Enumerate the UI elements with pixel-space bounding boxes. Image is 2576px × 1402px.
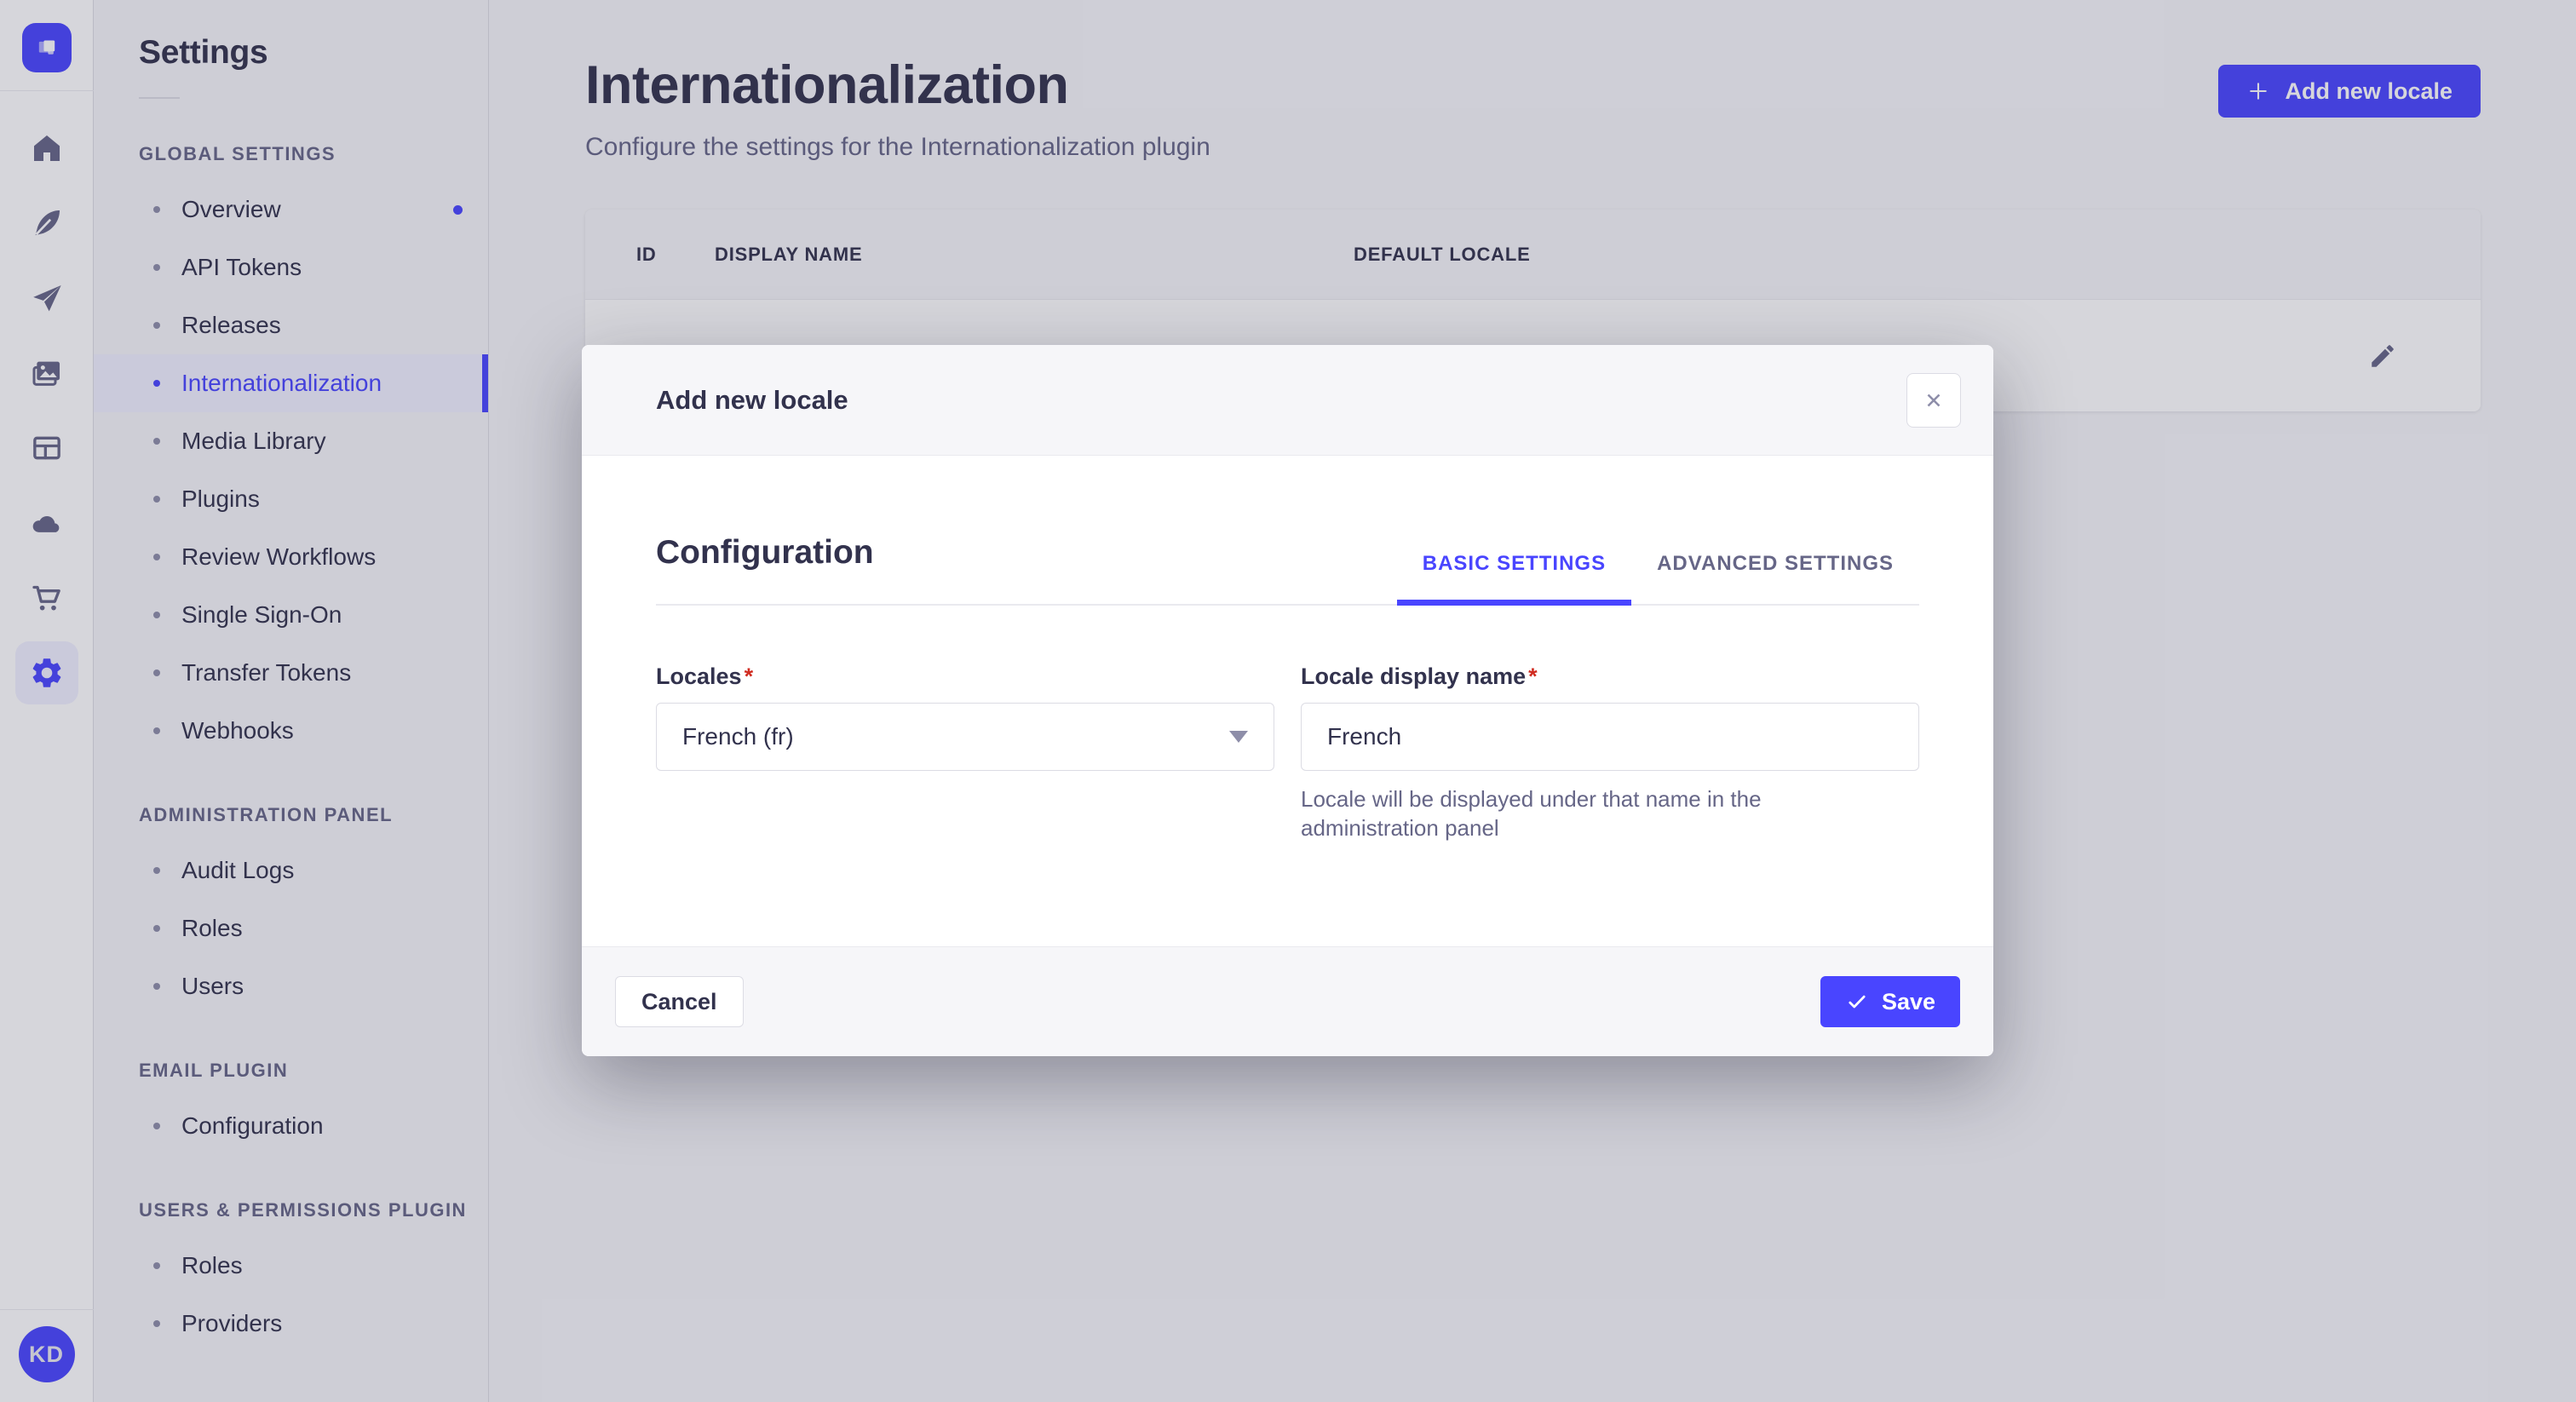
form-fields: Locales * French (fr) Locale display name… <box>656 664 1919 843</box>
display-name-label: Locale display name * <box>1301 664 1538 689</box>
modal-header: Add new locale <box>582 345 1993 456</box>
required-asterisk: * <box>744 664 754 689</box>
display-name-hint: Locale will be displayed under that name… <box>1301 786 1762 842</box>
configuration-header-row: Configuration BASIC SETTINGS ADVANCED SE… <box>656 456 1919 606</box>
add-locale-modal: Add new locale Configuration BASIC SETTI… <box>582 345 1993 1056</box>
save-button[interactable]: Save <box>1820 976 1960 1027</box>
display-name-field: Locale display name* Locale will be disp… <box>1301 664 1919 843</box>
locales-select[interactable]: French (fr) <box>656 703 1274 771</box>
app: KD Settings GLOBAL SETTINGS Overview API… <box>0 0 2576 1402</box>
locales-field: Locales * French (fr) <box>656 664 1274 843</box>
modal-footer: Cancel Save <box>582 946 1993 1056</box>
settings-tabs: BASIC SETTINGS ADVANCED SETTINGS <box>1396 552 1919 606</box>
close-button[interactable] <box>1906 372 1961 428</box>
chevron-down-icon <box>1229 731 1248 743</box>
modal-title: Add new locale <box>656 384 848 415</box>
check-icon <box>1849 995 1866 1008</box>
locales-label: Locales * <box>656 664 754 689</box>
tab-basic-settings[interactable]: BASIC SETTINGS <box>1396 552 1632 606</box>
tab-advanced-settings[interactable]: ADVANCED SETTINGS <box>1631 552 1919 606</box>
cancel-button[interactable]: Cancel <box>615 976 744 1027</box>
display-name-input[interactable] <box>1301 703 1919 771</box>
configuration-title: Configuration <box>656 534 874 571</box>
modal-body: Configuration BASIC SETTINGS ADVANCED SE… <box>582 456 1993 946</box>
close-icon <box>1927 394 1941 406</box>
required-asterisk: * <box>1528 664 1538 689</box>
